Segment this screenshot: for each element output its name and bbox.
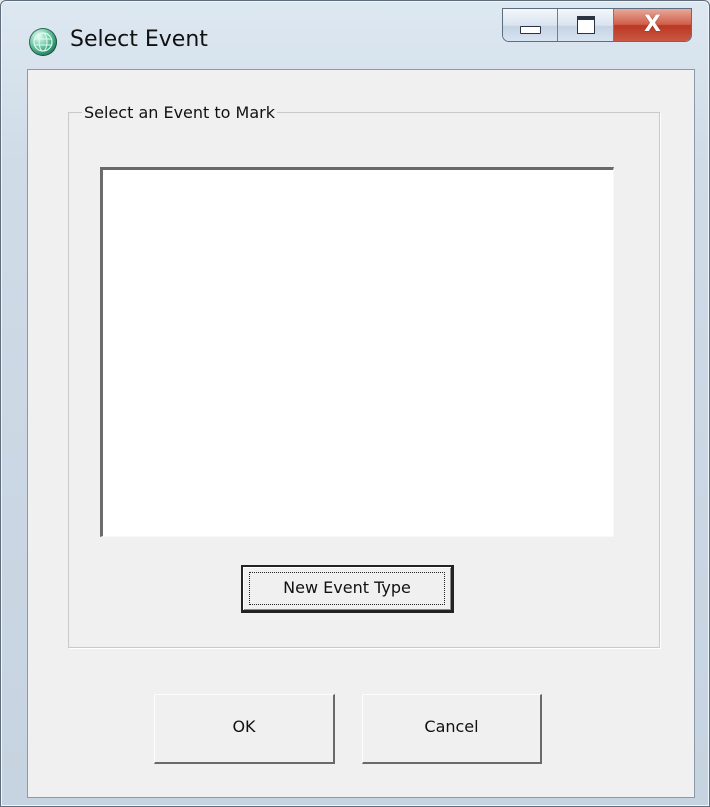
close-icon: X	[643, 12, 661, 37]
ok-button-label: OK	[232, 717, 256, 736]
maximize-icon	[576, 16, 595, 34]
globe-icon	[29, 28, 57, 56]
cancel-button-label: Cancel	[424, 717, 479, 736]
minimize-button[interactable]	[503, 9, 559, 41]
maximize-button[interactable]	[558, 9, 614, 41]
ok-button[interactable]: OK	[154, 694, 335, 764]
event-groupbox: Select an Event to Mark New Event Type	[68, 103, 660, 648]
title-bar[interactable]: Select Event X	[1, 1, 709, 59]
new-event-type-button[interactable]: New Event Type	[241, 565, 454, 613]
cancel-button[interactable]: Cancel	[362, 694, 542, 764]
event-listbox[interactable]	[100, 167, 614, 537]
minimize-icon	[519, 26, 541, 34]
dialog-client-area: Select an Event to Mark New Event Type O…	[27, 69, 695, 798]
groupbox-label: Select an Event to Mark	[82, 103, 277, 122]
window-title: Select Event	[70, 27, 208, 52]
caption-buttons: X	[502, 8, 692, 42]
select-event-window: Select Event X Select an Event to Mark N…	[0, 0, 710, 807]
new-event-type-label: New Event Type	[283, 578, 411, 597]
close-button[interactable]: X	[613, 9, 691, 41]
